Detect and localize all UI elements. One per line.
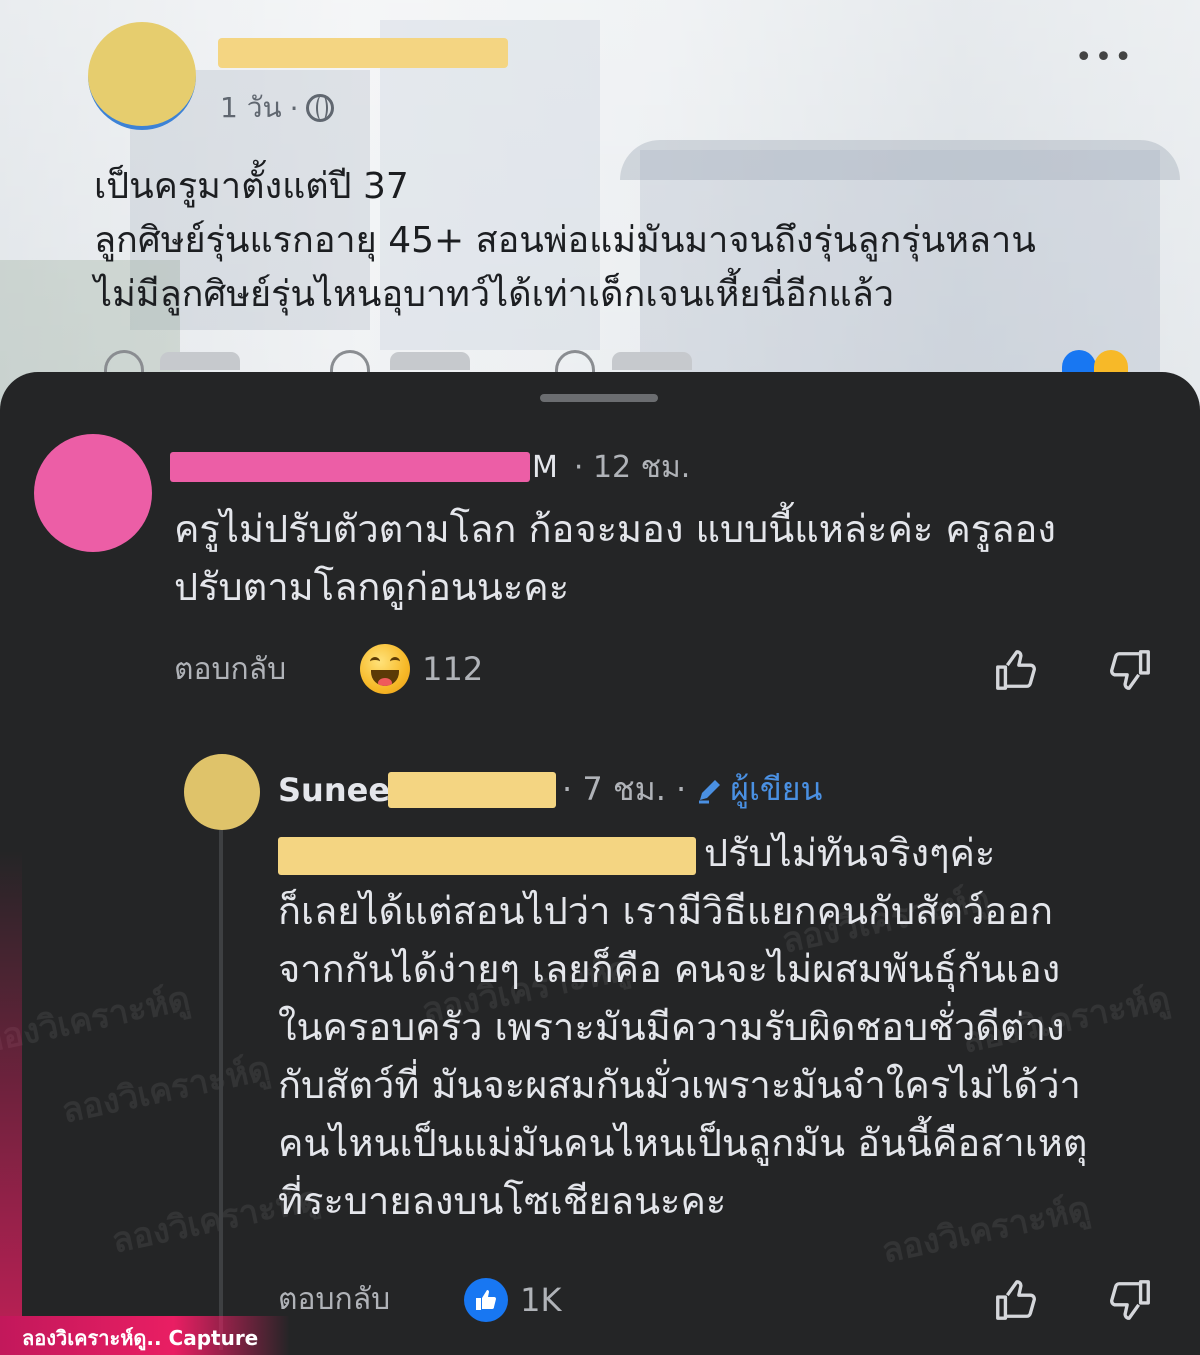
comment-actions: ตอบกลับ 112 bbox=[174, 644, 483, 694]
author-avatar[interactable] bbox=[184, 754, 260, 830]
author-name-redacted[interactable] bbox=[388, 771, 557, 808]
thumbs-down-icon[interactable] bbox=[1108, 1278, 1154, 1324]
commenter-name-tail[interactable]: M bbox=[532, 450, 558, 485]
commenter-name-redacted[interactable] bbox=[170, 452, 530, 482]
like-reaction-icon[interactable] bbox=[464, 1277, 509, 1322]
post-line: ลูกศิษย์รุ่นแรกอายุ 45+ สอนพ่อแม่มันมาจน… bbox=[94, 220, 1036, 261]
thumbs-up-icon[interactable] bbox=[992, 646, 1038, 692]
watermark: ลองวิเคราะห์ดู bbox=[0, 978, 194, 1062]
reply-time[interactable]: · 7 ชม. · bbox=[562, 764, 686, 815]
comment-line: ปรับตามโลกดูก่อนนะคะ bbox=[174, 565, 570, 609]
comment-line: ครูไม่ปรับตัวตามโลก ก้อจะมอง แบบนี้แหล่ะ… bbox=[174, 507, 1056, 551]
reply-line: ปรับไม่ทันจริงๆค่ะ bbox=[704, 831, 996, 875]
share-icon[interactable] bbox=[555, 350, 595, 374]
thumbs-up-icon[interactable] bbox=[992, 1276, 1038, 1322]
meta-separator: · bbox=[289, 91, 299, 125]
post-time[interactable]: 1 วัน bbox=[220, 86, 282, 130]
reaction-count[interactable]: 1K bbox=[520, 1281, 561, 1319]
watermark: ลองวิเคราะห์ดู bbox=[58, 1048, 274, 1132]
reply-button[interactable]: ตอบกลับ bbox=[174, 646, 286, 693]
author-badge: ผู้เขียน bbox=[730, 770, 823, 808]
sheet-drag-handle[interactable] bbox=[540, 394, 658, 402]
comment-header: M · 12 ชม. bbox=[170, 450, 690, 485]
reply-actions: ตอบกลับ 1K bbox=[278, 1276, 561, 1323]
comment-icon[interactable] bbox=[330, 350, 370, 374]
post-line: เป็นครูมาตั้งแต่ปี 37 bbox=[94, 166, 409, 207]
reply-line: ก็เลยได้แต่สอนไปว่า เรามีวิธีแยกคนกับสัต… bbox=[278, 889, 1053, 933]
author-name[interactable]: Sunee bbox=[278, 771, 390, 809]
pencil-icon bbox=[699, 779, 721, 803]
commenter-avatar[interactable] bbox=[34, 434, 152, 552]
reply-text: ปรับไม่ทันจริงๆค่ะ ก็เลยได้แต่สอนไปว่า เ… bbox=[278, 824, 1178, 1230]
like-reaction-icon bbox=[1062, 350, 1096, 374]
mention-redacted[interactable] bbox=[278, 836, 696, 875]
thumbs-down-icon[interactable] bbox=[1108, 648, 1154, 694]
comment-count-cut-off bbox=[390, 352, 470, 370]
decorative-edge-glow bbox=[0, 850, 22, 1355]
comment-time[interactable]: · 12 ชม. bbox=[574, 444, 690, 491]
haha-reaction-icon bbox=[1094, 350, 1128, 374]
thumbs-up-icon bbox=[476, 1289, 497, 1310]
reply-line: คนไหนเป็นแม่มันคนไหนเป็นลูกมัน อันนี้คือ… bbox=[278, 1121, 1088, 1165]
post-author-name-redacted[interactable] bbox=[218, 38, 508, 68]
like-count-cut-off bbox=[160, 352, 240, 370]
post-line: ไม่มีลูกศิษย์รุ่นไหนอุบาทว์ได้เท่าเด็กเจ… bbox=[94, 274, 894, 315]
reply-line: ในครอบครัว เพราะมันมีความรับผิดชอบชั่วดี… bbox=[278, 1005, 1065, 1049]
post-text: เป็นครูมาตั้งแต่ปี 37 ลูกศิษย์รุ่นแรกอาย… bbox=[94, 160, 1144, 322]
reply-button[interactable]: ตอบกลับ bbox=[278, 1276, 390, 1323]
reaction-count[interactable]: 112 bbox=[422, 650, 483, 688]
haha-emoji-icon[interactable] bbox=[360, 644, 411, 694]
like-icon[interactable] bbox=[104, 350, 144, 374]
comments-sheet: ลองวิเคราะห์ดู ลองวิเคราะห์ดู ลองวิเคราะ… bbox=[0, 372, 1200, 1355]
reply-thread-line bbox=[219, 830, 223, 1350]
post-meta: 1 วัน · bbox=[220, 86, 335, 130]
reply-header: Sunee · 7 ชม. · ผู้เขียน bbox=[278, 764, 822, 815]
reply-line: กับสัตว์ที่ มันจะผสมกันมั่วเพราะมันจำใคร… bbox=[278, 1063, 1081, 1107]
comment-text: ครูไม่ปรับตัวตามโลก ก้อจะมอง แบบนี้แหล่ะ… bbox=[174, 500, 1174, 616]
reply-line: ที่ระบายลงบนโซเชียลนะคะ bbox=[278, 1179, 727, 1223]
more-options-icon[interactable]: ••• bbox=[1075, 40, 1134, 75]
globe-icon bbox=[306, 94, 335, 122]
reply-line: จากกันได้ง่ายๆ เลยก็คือ คนจะไม่ผสมพันธุ์… bbox=[278, 947, 1061, 991]
share-count-cut-off bbox=[612, 352, 692, 370]
post-author-avatar[interactable] bbox=[88, 22, 196, 130]
capture-label: ลองวิเคราะห์ดู.. Capture bbox=[22, 1326, 259, 1350]
